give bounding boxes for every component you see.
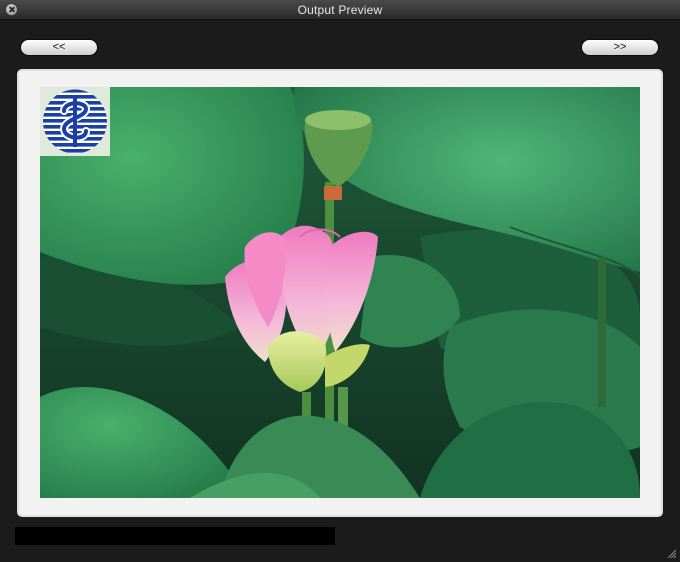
- status-bar: [15, 527, 335, 545]
- window-title: Output Preview: [297, 3, 383, 17]
- next-button[interactable]: >>: [581, 39, 659, 56]
- title-bar: Output Preview: [0, 0, 680, 20]
- resize-grip-icon[interactable]: [666, 548, 676, 558]
- previous-button[interactable]: <<: [20, 39, 98, 56]
- dollar-sign-logo-icon: [40, 87, 110, 156]
- preview-image: [40, 87, 640, 498]
